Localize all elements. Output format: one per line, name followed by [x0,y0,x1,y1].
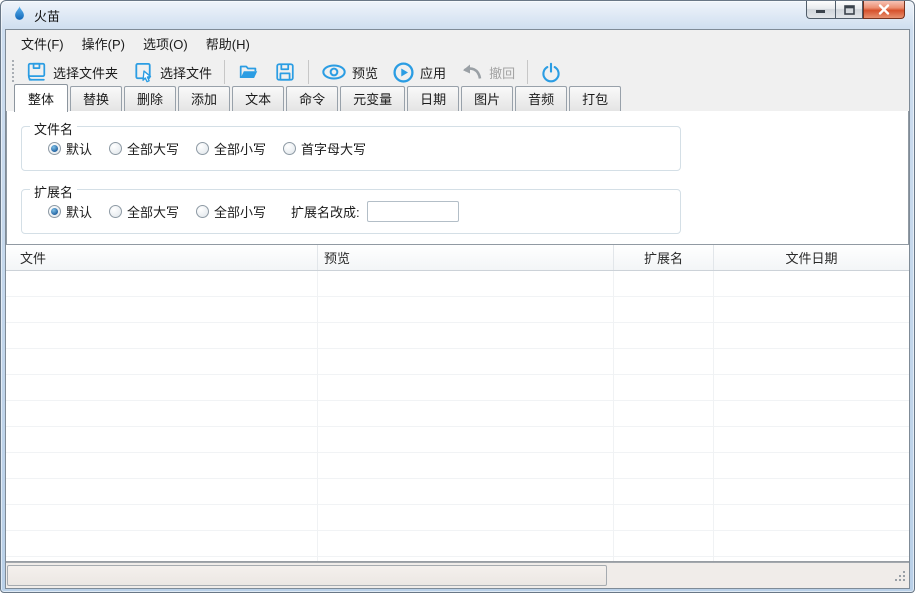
filename-radio-default[interactable]: 默认 [48,139,92,158]
menu-help[interactable]: 帮助(H) [197,30,259,56]
radio-icon [109,142,123,155]
tab-text[interactable]: 文本 [232,86,285,111]
apply-label: 应用 [420,65,447,81]
tab-panel-overall: 文件名 默认 全部大写 全部小写 首字母大写 扩展名 默认 全部大写 全部小写 … [6,110,909,245]
open-button[interactable] [230,57,267,87]
preview-label: 预览 [352,65,379,81]
horizontal-scrollbar[interactable] [6,562,909,588]
select-file-label: 选择文件 [160,65,213,81]
tab-strip: 整体 替换 删除 添加 文本 命令 元变量 日期 图片 音频 打包 [6,84,909,112]
extension-group-title: 扩展名 [30,182,78,201]
tab-audio[interactable]: 音频 [515,86,568,111]
column-header-preview[interactable]: 预览 [318,245,614,270]
power-exit-button[interactable] [533,57,569,88]
menu-file[interactable]: 文件(F) [12,30,73,56]
open-folder-icon [237,61,260,83]
radio-label: 首字母大写 [301,142,367,157]
file-table: 文件 预览 扩展名 文件日期 [6,245,909,562]
radio-label: 默认 [66,142,93,157]
select-file-button[interactable]: 选择文件 [125,57,219,88]
tab-command[interactable]: 命令 [286,86,339,111]
filename-radio-lowercase[interactable]: 全部小写 [196,139,266,158]
tab-pack[interactable]: 打包 [569,86,622,111]
radio-icon [283,142,297,155]
extension-change-label: 扩展名改成: [291,205,360,220]
preview-button[interactable]: 预览 [314,58,385,86]
title-bar[interactable]: 火苗 [5,1,910,29]
window-controls [806,1,905,19]
radio-icon [196,142,210,155]
flame-app-icon [12,5,27,25]
resize-grip-icon[interactable] [893,569,906,585]
tab-metavar[interactable]: 元变量 [340,86,406,111]
eye-icon [321,62,347,82]
power-icon [540,61,562,84]
tab-overall[interactable]: 整体 [14,84,69,112]
app-window: 火苗 文件(F) 操作(P) 选项(O) 帮助(H) 选择文件夹 选择文件 预览… [0,0,915,593]
column-header-filedate[interactable]: 文件日期 [714,245,909,270]
table-header: 文件 预览 扩展名 文件日期 [6,245,909,271]
tab-replace[interactable]: 替换 [70,86,123,111]
radio-label: 全部小写 [214,142,267,157]
radio-label: 全部小写 [214,205,267,220]
save-button[interactable] [267,57,303,87]
filename-radio-capitalize[interactable]: 首字母大写 [283,139,366,158]
client-area: 文件(F) 操作(P) 选项(O) 帮助(H) 选择文件夹 选择文件 预览 应用… [5,29,910,589]
extension-radio-default[interactable]: 默认 [48,202,92,221]
apply-button[interactable]: 应用 [385,57,453,88]
radio-icon [109,205,123,218]
folder-book-icon [25,61,48,83]
toolbar-separator [527,60,529,84]
toolbar: 选择文件夹 选择文件 预览 应用 撤回 [6,56,909,88]
column-header-file[interactable]: 文件 [6,245,318,270]
menu-options[interactable]: 选项(O) [134,30,197,56]
column-header-extension[interactable]: 扩展名 [614,245,714,270]
toolbar-grip[interactable] [11,60,15,84]
tab-image[interactable]: 图片 [461,86,514,111]
extension-groupbox: 扩展名 默认 全部大写 全部小写 扩展名改成: [21,182,681,234]
menu-operate[interactable]: 操作(P) [73,30,134,56]
save-icon [274,61,296,83]
undo-button[interactable]: 撤回 [453,58,522,86]
radio-label: 全部大写 [127,205,180,220]
column-separator [317,271,318,561]
toolbar-separator [308,60,310,84]
filename-group-title: 文件名 [30,119,78,138]
radio-checked-icon [48,142,61,155]
file-cursor-icon [132,61,155,84]
filename-groupbox: 文件名 默认 全部大写 全部小写 首字母大写 [21,119,681,171]
radio-icon [196,205,210,218]
radio-label: 默认 [66,205,93,220]
extension-change-input[interactable] [366,201,459,222]
filename-radio-uppercase[interactable]: 全部大写 [109,139,179,158]
undo-label: 撤回 [489,65,516,81]
minimize-button[interactable] [806,1,835,19]
tab-date[interactable]: 日期 [407,86,460,111]
extension-radio-uppercase[interactable]: 全部大写 [109,202,179,221]
play-icon [392,61,415,84]
radio-label: 全部大写 [127,142,180,157]
menu-bar: 文件(F) 操作(P) 选项(O) 帮助(H) [6,30,909,56]
tab-add[interactable]: 添加 [178,86,231,111]
undo-icon [460,62,484,82]
maximize-button[interactable] [835,1,863,19]
extension-radio-lowercase[interactable]: 全部小写 [196,202,266,221]
table-body-empty[interactable] [6,271,909,561]
column-separator [713,271,714,561]
select-folder-button[interactable]: 选择文件夹 [18,57,125,87]
select-folder-label: 选择文件夹 [53,65,119,81]
column-separator [613,271,614,561]
tab-delete[interactable]: 删除 [124,86,177,111]
toolbar-separator [224,60,226,84]
close-button[interactable] [863,1,905,19]
scrollbar-thumb[interactable] [7,565,607,586]
window-title: 火苗 [34,8,61,24]
radio-checked-icon [48,205,61,218]
